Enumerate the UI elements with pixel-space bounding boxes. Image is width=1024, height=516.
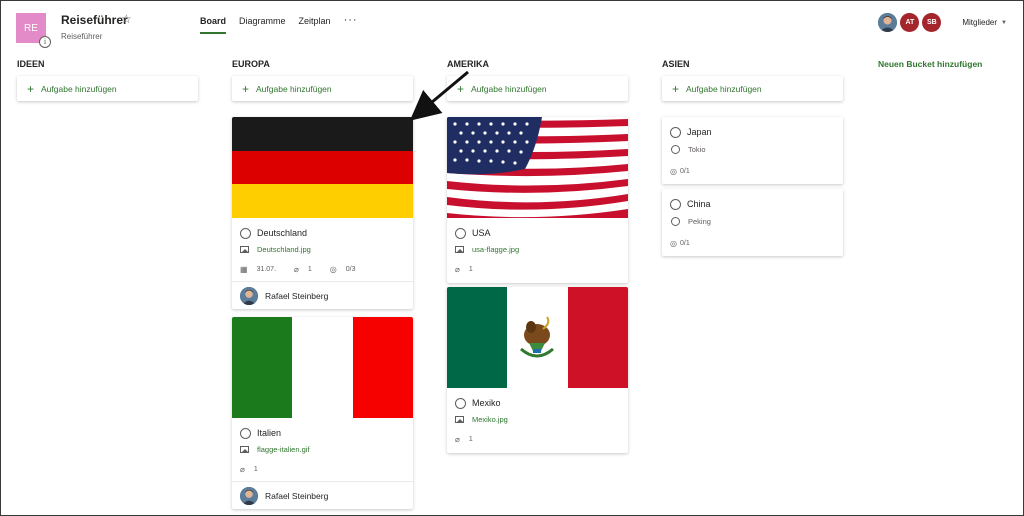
planner-board: RE i Reiseführer ☆ Reiseführer Board Dia… (0, 0, 1024, 516)
usa-flag-graphic (447, 117, 628, 218)
flag-usa-image (447, 117, 628, 218)
task-title: Deutschland (257, 228, 308, 238)
view-tabs: Board Diagramme Zeitplan ··· (200, 15, 358, 34)
person-photo-icon (240, 286, 258, 305)
checklist-item: Peking (688, 216, 711, 226)
image-icon (240, 245, 249, 253)
complete-task-checkbox[interactable] (670, 126, 681, 138)
task-title: Mexiko (472, 398, 501, 408)
attachment-count: 1 (253, 465, 258, 473)
members-bar: AT SB Mitglieder ▼ (878, 13, 1007, 32)
complete-task-checkbox[interactable] (240, 227, 251, 239)
paperclip-icon: ⌀ (455, 264, 460, 274)
bucket-ideen: IDEEN + Aufgabe hinzufügen (17, 59, 198, 101)
plus-icon: + (27, 81, 35, 96)
assignee[interactable]: Rafael Steinberg (232, 281, 413, 309)
task-card-deutschland[interactable]: Deutschland Deutschland.jpg ▦ 31.07. ⌀ 1 ◎… (232, 117, 413, 309)
assignee-avatar (240, 286, 258, 305)
add-task-label: Aufgabe hinzufügen (471, 83, 547, 94)
member-avatar-sb[interactable]: SB (922, 13, 942, 32)
add-bucket-button[interactable]: Neuen Bucket hinzufügen (878, 59, 982, 69)
task-card-mexiko[interactable]: Mexiko Mexiko.jpg ⌀ 1 (447, 287, 628, 453)
plus-icon: + (242, 81, 250, 96)
plan-subtitle: Reiseführer (61, 32, 103, 41)
add-task-button[interactable]: + Aufgabe hinzufügen (17, 76, 198, 101)
paperclip-icon: ⌀ (294, 264, 299, 274)
checklist-count: 0/1 (679, 168, 690, 175)
assignee[interactable]: Rafael Steinberg (232, 481, 413, 509)
member-avatar-photo[interactable] (878, 13, 898, 32)
more-options-icon[interactable]: ··· (344, 15, 358, 34)
plus-icon: + (457, 81, 465, 96)
image-icon (455, 415, 464, 423)
task-card-usa[interactable]: USA usa-flagge.jpg ⌀ 1 (447, 117, 628, 283)
bucket-amerika: AMERIKA + Aufgabe hinzufügen (447, 59, 628, 101)
star-icon[interactable]: ☆ (121, 12, 132, 26)
assignee-name: Rafael Steinberg (265, 290, 329, 301)
tab-board[interactable]: Board (200, 16, 227, 34)
flag-mexico-image (447, 287, 628, 388)
checklist-icon: ◎ (329, 264, 337, 274)
attachment-link[interactable]: Mexiko.jpg (472, 415, 508, 424)
checklist-item-checkbox[interactable] (671, 216, 680, 226)
image-icon (455, 245, 464, 253)
task-title: USA (472, 228, 491, 238)
checklist-icon: ◎ (670, 239, 677, 248)
checklist-icon: ◎ (670, 167, 677, 176)
complete-task-checkbox[interactable] (670, 198, 681, 210)
attachment-count: 1 (468, 265, 473, 273)
plus-icon: + (672, 81, 680, 96)
attachment-count: 1 (307, 265, 312, 273)
task-card-italien[interactable]: Italien flagge-italien.gif ⌀ 1 Rafael Ste… (232, 317, 413, 509)
add-task-button[interactable]: + Aufgabe hinzufügen (232, 76, 413, 101)
complete-task-checkbox[interactable] (455, 397, 466, 409)
task-title: Japan (687, 127, 712, 137)
complete-task-checkbox[interactable] (455, 227, 466, 239)
attachment-link[interactable]: usa-flagge.jpg (472, 245, 519, 254)
info-icon[interactable]: i (39, 36, 51, 48)
attachment-link[interactable]: flagge-italien.gif (257, 445, 310, 454)
task-title: Italien (257, 428, 282, 438)
checklist-count: 0/1 (679, 240, 690, 247)
person-photo-icon (878, 13, 898, 32)
bucket-title[interactable]: IDEEN (17, 59, 198, 71)
task-card-japan[interactable]: Japan Tokio ◎ 0/1 (662, 117, 843, 184)
tab-zeitplan[interactable]: Zeitplan (299, 16, 331, 34)
assignee-avatar (240, 486, 258, 505)
tab-diagramme[interactable]: Diagramme (239, 16, 286, 34)
task-title: China (687, 199, 711, 209)
checklist-count: 0/3 (345, 265, 356, 273)
checklist-item-checkbox[interactable] (671, 144, 680, 154)
plan-title: Reiseführer (61, 13, 128, 27)
mexico-coat-of-arms (520, 316, 555, 358)
bucket-europa: EUROPA + Aufgabe hinzufügen (232, 59, 413, 101)
add-task-label: Aufgabe hinzufügen (256, 83, 332, 94)
complete-task-checkbox[interactable] (240, 427, 251, 439)
bucket-title[interactable]: ASIEN (662, 59, 843, 71)
add-task-label: Aufgabe hinzufügen (686, 83, 762, 94)
attachment-count: 1 (468, 435, 473, 443)
paperclip-icon: ⌀ (455, 434, 460, 444)
bucket-title[interactable]: AMERIKA (447, 59, 628, 71)
flag-germany-image (232, 117, 413, 218)
members-button[interactable]: Mitglieder (962, 18, 997, 27)
attachment-link[interactable]: Deutschland.jpg (257, 245, 311, 254)
paperclip-icon: ⌀ (240, 464, 245, 474)
task-card-china[interactable]: China Peking ◎ 0/1 (662, 189, 843, 256)
bucket-title[interactable]: EUROPA (232, 59, 413, 71)
image-icon (240, 445, 249, 453)
calendar-icon: ▦ (240, 264, 248, 274)
flag-italy-image (232, 317, 413, 418)
add-task-button[interactable]: + Aufgabe hinzufügen (447, 76, 628, 101)
assignee-name: Rafael Steinberg (265, 490, 329, 501)
member-avatar-at[interactable]: AT (900, 13, 920, 32)
chevron-down-icon[interactable]: ▼ (1001, 20, 1007, 26)
add-task-button[interactable]: + Aufgabe hinzufügen (662, 76, 843, 101)
due-date: 31.07. (256, 265, 277, 273)
person-photo-icon (240, 486, 258, 505)
add-task-label: Aufgabe hinzufügen (41, 83, 117, 94)
bucket-asien: ASIEN + Aufgabe hinzufügen (662, 59, 843, 101)
checklist-item: Tokio (688, 144, 706, 154)
